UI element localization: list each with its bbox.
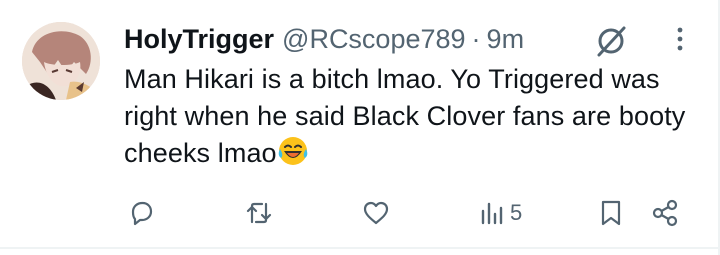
views-icon xyxy=(481,202,503,225)
bookmark-button[interactable] xyxy=(596,196,626,230)
more-icon[interactable] xyxy=(666,24,694,56)
tweet[interactable]: HolyTrigger @RCscope789 · 9m Man Hikari … xyxy=(0,0,720,255)
reply-icon xyxy=(131,201,153,226)
header-separator: · xyxy=(471,23,481,54)
views-button[interactable]: 5 xyxy=(478,196,522,230)
bookmark-icon xyxy=(601,200,621,226)
retweet-button[interactable] xyxy=(244,196,274,230)
avatar[interactable] xyxy=(22,22,100,100)
timestamp[interactable]: 9m xyxy=(487,24,525,55)
like-button[interactable] xyxy=(361,196,391,230)
bottom-divider xyxy=(0,247,718,249)
retweet-icon xyxy=(246,202,272,224)
tweet-text: Man Hikari is a bitch lmao. Yo Triggered… xyxy=(124,61,704,172)
views-count: 5 xyxy=(510,200,523,225)
tweet-header: HolyTrigger @RCscope789 · 9m xyxy=(124,22,524,56)
share-icon xyxy=(652,199,678,227)
user-handle[interactable]: @RCscope789 xyxy=(282,24,466,55)
avatar-image xyxy=(22,22,100,100)
display-name[interactable]: HolyTrigger xyxy=(124,24,274,55)
share-button[interactable] xyxy=(650,196,680,230)
reply-button[interactable] xyxy=(126,196,156,230)
tweet-text-content: Man Hikari is a bitch lmao. Yo Triggered… xyxy=(124,64,686,168)
grok-icon[interactable] xyxy=(593,22,629,58)
like-icon xyxy=(363,201,389,225)
laughing-emoji-icon xyxy=(277,135,309,167)
